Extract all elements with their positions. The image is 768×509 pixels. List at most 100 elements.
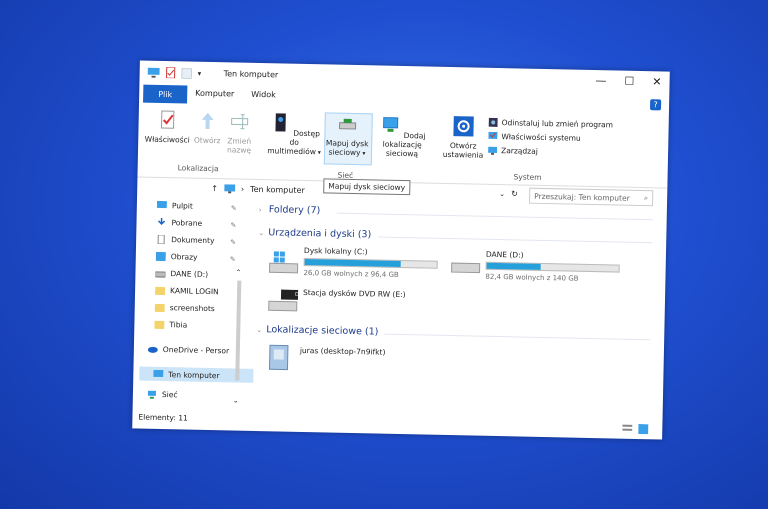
drive-free-space: 82,4 GB wolnych z 140 GB (485, 272, 579, 283)
sidebar-item-label: Sieć (161, 390, 178, 400)
sidebar-item-obrazy[interactable]: Obrazy (155, 251, 198, 262)
sidebar-item-label: OneDrive - Persor (162, 345, 230, 356)
tab-komputer[interactable]: Komputer (195, 89, 234, 99)
collapse-chevron-icon[interactable]: ⌄ (256, 326, 262, 334)
manage-label: Zarządzaj (501, 146, 538, 156)
rename-icon (231, 114, 249, 130)
group-label-system: System (513, 172, 542, 182)
drive-item-d[interactable]: DANE (D:) 82,4 GB wolnych z 140 GB (449, 249, 622, 289)
search-input[interactable]: Przeszukaj: Ten komputer ⌕ (528, 187, 654, 207)
refresh-icon[interactable]: ↻ (511, 189, 518, 198)
sidebar-item-label: Pobrane (171, 218, 203, 228)
computer-icon (223, 184, 236, 194)
maximize-button[interactable]: ☐ (624, 75, 634, 88)
drive-usage-bar (485, 261, 620, 273)
section-header-devices[interactable]: Urządzenia i dyski (3) (268, 227, 371, 240)
help-button[interactable]: ? (649, 99, 662, 111)
documents-icon (157, 234, 165, 245)
sidebar-item-label: Ten komputer (168, 369, 220, 380)
scroll-down-icon[interactable]: ⌄ (233, 397, 239, 405)
sidebar-item-label: Obrazy (170, 252, 198, 262)
pin-icon[interactable]: ✎ (231, 204, 237, 212)
nav-scrollbar[interactable] (235, 280, 242, 381)
properties-icon[interactable] (166, 67, 176, 79)
media-access-button[interactable]: Dostęp do multimediów ▾ (266, 111, 323, 157)
section-header-folders[interactable]: Foldery (7) (269, 204, 321, 216)
sidebar-item-label: screenshots (169, 303, 215, 314)
group-label-lokalizacja: Lokalizacja (177, 163, 219, 174)
pin-icon[interactable]: ✎ (230, 221, 236, 229)
folder-icon (154, 303, 165, 313)
rename-label: Zmień nazwę (226, 136, 252, 155)
sidebar-item-label: Tibia (169, 320, 188, 330)
open-settings-button[interactable]: Otwórz ustawienia (442, 115, 485, 160)
hard-drive-icon (451, 262, 481, 274)
search-icon: ⌕ (643, 193, 649, 203)
cloud-icon (147, 346, 158, 353)
details-view-icon[interactable] (622, 424, 633, 434)
drive-name: DANE (D:) (485, 249, 524, 260)
system-properties-button[interactable]: Właściwości systemu (488, 131, 581, 143)
add-network-location-button[interactable]: Dodaj lokalizację sieciową (372, 113, 433, 158)
drive-item-dvd[interactable]: DVD Stacja dysków DVD RW (E:) (267, 287, 440, 321)
close-button[interactable]: ✕ (652, 75, 661, 88)
collapse-chevron-icon[interactable]: ⌄ (258, 229, 264, 237)
properties-icon (160, 110, 175, 129)
divider (336, 212, 653, 221)
download-icon (158, 217, 166, 226)
expand-chevron-icon[interactable]: › (259, 206, 262, 214)
sidebar-item-pulpit[interactable]: Pulpit (156, 200, 193, 211)
ribbon: Właściwości Otwórz Zmień nazwę Lokalizac… (137, 102, 669, 189)
open-button[interactable]: Otwórz (192, 110, 223, 146)
folder-icon (154, 320, 165, 330)
manage-button[interactable]: Zarządzaj (488, 146, 538, 156)
scroll-up-icon[interactable]: ⌃ (235, 269, 241, 277)
drive-free-space: 26,0 GB wolnych z 96,4 GB (303, 268, 399, 279)
sidebar-item-dokumenty[interactable]: Dokumenty (156, 234, 215, 246)
tab-widok[interactable]: Widok (251, 90, 276, 100)
sidebar-item-screenshots[interactable]: screenshots (154, 303, 215, 314)
system-properties-icon (488, 131, 498, 139)
sidebar-item-label: DANE (D:) (170, 269, 209, 279)
breadcrumb[interactable]: Ten komputer (250, 185, 305, 195)
sidebar-item-label: Dokumenty (171, 235, 215, 246)
minimize-button[interactable]: — (595, 74, 606, 87)
address-dropdown-icon[interactable]: ⌄ (499, 190, 505, 198)
drive-usage-bar (303, 257, 438, 269)
media-server-icon (274, 113, 286, 132)
quick-access-toolbar: ▾ (147, 67, 202, 79)
drive-item-c[interactable]: Dysk lokalny (C:) 26,0 GB wolnych z 96,4… (267, 245, 440, 285)
sidebar-item-dane[interactable]: DANE (D:) (155, 269, 208, 279)
sidebar-item-siec[interactable]: Sieć (147, 390, 178, 400)
computer-icon (147, 67, 160, 78)
up-arrow-icon[interactable]: ↑ (211, 184, 218, 193)
sidebar-item-kamil-login[interactable]: KAMIL LOGIN (155, 286, 219, 296)
network-share-icon (268, 344, 289, 371)
map-network-drive-button[interactable]: Mapuj dysk sieciowy ▾ (324, 112, 371, 158)
window-title: Ten komputer (223, 69, 279, 80)
customize-toolbar-icon[interactable]: ▾ (198, 69, 202, 77)
sidebar-item-tibia[interactable]: Tibia (154, 320, 187, 330)
tiles-view-icon[interactable] (638, 424, 649, 435)
search-placeholder: Przeszukaj: Ten komputer (534, 191, 630, 203)
network-location-item[interactable]: juras (desktop-7n9ifkt) (265, 341, 438, 379)
sidebar-item-label: KAMIL LOGIN (170, 286, 219, 297)
sidebar-item-onedrive[interactable]: OneDrive - Persor (147, 345, 230, 356)
section-header-network[interactable]: Lokalizacje sieciowe (1) (266, 324, 378, 337)
gear-icon (453, 116, 474, 137)
pin-icon[interactable]: ✎ (230, 255, 236, 263)
pin-icon[interactable]: ✎ (230, 238, 236, 246)
rename-button[interactable]: Zmień nazwę (224, 110, 255, 155)
uninstall-program-button[interactable]: Odinstaluj lub zmień program (488, 117, 613, 129)
properties-label: Właściwości (144, 134, 190, 145)
sidebar-item-label: Pulpit (171, 201, 193, 211)
drive-usage-fill (486, 262, 541, 270)
properties-button[interactable]: Właściwości (144, 109, 191, 145)
network-drive-icon (339, 118, 357, 130)
new-folder-icon[interactable] (181, 67, 192, 79)
system-properties-label: Właściwości systemu (501, 132, 581, 143)
sidebar-item-pobrane[interactable]: Pobrane (156, 217, 203, 228)
open-settings-label: Otwórz ustawienia (442, 141, 484, 160)
network-icon (147, 390, 156, 399)
folder-icon (155, 286, 166, 296)
